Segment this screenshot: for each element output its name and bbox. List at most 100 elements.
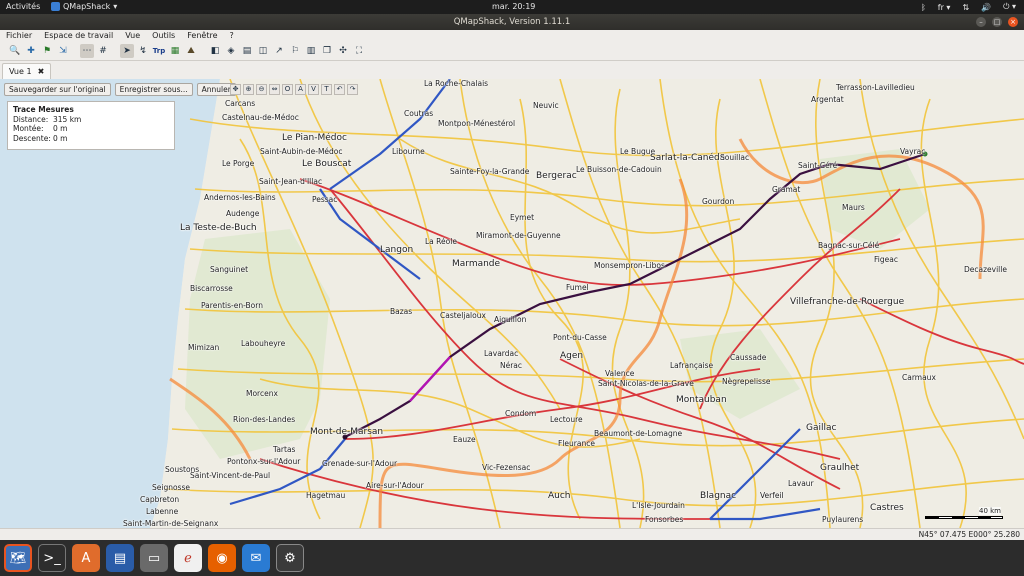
gis-icon[interactable]: ◈	[224, 44, 238, 58]
place-label: Mimizan	[188, 343, 220, 352]
select-range-icon[interactable]: ⇔	[269, 84, 280, 95]
terminal-icon[interactable]: >_	[38, 544, 66, 572]
qmapshack-dock-icon[interactable]: 🗺	[4, 544, 32, 572]
distance-label: Distance:	[13, 114, 49, 124]
place-label: Pontonx-sur-l'Adour	[227, 457, 301, 466]
trip-icon[interactable]: Trp	[152, 44, 166, 58]
place-label: Sarlat-la-Canéda	[650, 153, 726, 163]
add-point-icon[interactable]: ⊕	[243, 84, 254, 95]
zoom-icon[interactable]: 🔍	[8, 44, 22, 58]
mode-t-button[interactable]: T	[321, 84, 332, 95]
grid-icon[interactable]: #	[96, 44, 110, 58]
elevation-icon[interactable]: ⛰	[184, 44, 198, 58]
firefox-icon[interactable]: ◉	[208, 544, 236, 572]
mode-a-button[interactable]: A	[295, 84, 306, 95]
place-label: Bergerac	[536, 171, 577, 181]
tools-icon[interactable]: ✣	[336, 44, 350, 58]
cursor-icon[interactable]: ➤	[120, 43, 134, 58]
tab-vue-1[interactable]: Vue 1 ✖	[2, 63, 52, 79]
mode-v-button[interactable]: V	[308, 84, 319, 95]
scale-bar-graphic	[925, 516, 1003, 519]
file-manager-icon[interactable]: ▭	[140, 544, 168, 572]
mode-o-button[interactable]: O	[282, 84, 293, 95]
delete-point-icon[interactable]: ⊖	[256, 84, 267, 95]
clock[interactable]: mar. 20:19	[492, 2, 535, 11]
save-as-button[interactable]: Enregistrer sous...	[114, 83, 193, 96]
layers-icon[interactable]: ▤	[240, 44, 254, 58]
writer-icon[interactable]: ▤	[106, 544, 134, 572]
ruler-icon[interactable]: ↯	[136, 44, 150, 58]
language-indicator[interactable]: fr ▾	[938, 3, 951, 12]
place-label: Agen	[560, 351, 584, 361]
image-viewer-icon[interactable]: ℯ	[174, 544, 202, 572]
place-label: Le Porge	[222, 159, 255, 168]
save-original-button[interactable]: Sauvegarder sur l'original	[4, 83, 111, 96]
undo-icon[interactable]: ↶	[334, 84, 345, 95]
flag-icon[interactable]: ⚐	[288, 44, 302, 58]
window-icon[interactable]: ❐	[320, 44, 334, 58]
place-label: Maurs	[842, 203, 865, 212]
app-menu[interactable]: QMapShack ▾	[51, 2, 117, 11]
maximize-button[interactable]: □	[992, 17, 1002, 27]
redo-icon[interactable]: ↷	[347, 84, 358, 95]
climb-row: Montée: 0 m	[13, 124, 169, 134]
view-tab-bar: Vue 1 ✖	[0, 61, 1024, 79]
add-waypoint-icon[interactable]: ✚	[24, 44, 38, 58]
tab-label: Vue 1	[9, 67, 32, 76]
minimize-button[interactable]: –	[976, 17, 986, 27]
place-label: Beaumont-de-Lomagne	[594, 429, 683, 438]
distance-row: Distance: 315 km	[13, 115, 169, 125]
map-canvas[interactable]: La Roche-Chalais Terrasson-Lavilledieu A…	[0, 79, 1024, 528]
workspace-icon[interactable]: ▥	[304, 44, 318, 58]
close-button[interactable]: ×	[1008, 17, 1018, 27]
fullscreen-icon[interactable]: ⛶	[352, 44, 366, 58]
track-icon[interactable]: ⇲	[56, 44, 70, 58]
thunderbird-icon[interactable]: ✉	[242, 544, 270, 572]
place-label: Montpon-Ménestérol	[438, 119, 516, 128]
activities-button[interactable]: Activités	[6, 2, 40, 11]
place-label: Seignosse	[152, 483, 190, 492]
place-label: Eymet	[510, 213, 535, 222]
system-top-bar: Activités QMapShack ▾ mar. 20:19 ᛒ fr ▾ …	[0, 0, 1024, 14]
map-overview-icon[interactable]: ▦	[168, 44, 182, 58]
network-icon[interactable]: ⇅	[962, 3, 969, 12]
distance-value: 315 km	[53, 114, 82, 124]
place-label: Aire-sur-l'Adour	[366, 481, 424, 490]
close-icon[interactable]: ✖	[38, 64, 45, 79]
menu-help[interactable]: ?	[229, 30, 233, 41]
place-label: Terrasson-Lavilledieu	[836, 83, 915, 92]
place-label: Condom	[505, 409, 537, 418]
place-label: Lavardac	[484, 349, 519, 358]
volume-icon[interactable]: 🔊	[981, 3, 991, 12]
place-label: Lafrançaise	[670, 361, 714, 370]
rout-icon[interactable]: ↗	[272, 44, 286, 58]
place-label: Andernos-les-Bains	[204, 193, 276, 202]
climb-value: 0 m	[53, 124, 68, 133]
menu-fenetre[interactable]: Fenêtre	[187, 30, 217, 41]
climb-label: Montée:	[13, 124, 44, 133]
power-icon[interactable]: ⏻ ▾	[1003, 2, 1016, 12]
place-label: Eauze	[453, 435, 476, 444]
dotted-grid-icon[interactable]: ⋯	[80, 43, 94, 58]
route-icon[interactable]: ⚑	[40, 44, 54, 58]
menu-espace-de-travail[interactable]: Espace de travail	[44, 30, 113, 41]
place-label: Castres	[870, 503, 904, 513]
move-point-icon[interactable]: ✥	[230, 84, 241, 95]
place-label: Libourne	[392, 147, 425, 156]
database-icon[interactable]: ◫	[256, 44, 270, 58]
menu-outils[interactable]: Outils	[152, 30, 175, 41]
window-title-bar: QMapShack, Version 1.11.1 – □ ×	[0, 14, 1024, 30]
place-label: Caussade	[730, 353, 767, 362]
trace-info-panel: Trace Mesures Distance: 315 km Montée: 0…	[7, 101, 175, 150]
place-label: Saint-Jean-d'Illac	[259, 177, 323, 186]
system-updater-icon[interactable]: ⚙	[276, 544, 304, 572]
place-label: Saint-Martin-de-Seignanx	[123, 519, 219, 528]
menu-fichier[interactable]: Fichier	[6, 30, 32, 41]
dem-icon[interactable]: ◧	[208, 44, 222, 58]
software-center-icon[interactable]: A	[72, 544, 100, 572]
place-label: Parentis-en-Born	[201, 301, 263, 310]
bluetooth-icon[interactable]: ᛒ	[921, 3, 926, 12]
place-label: Villefranche-de-Rouergue	[790, 297, 905, 307]
place-label: Sanguinet	[210, 265, 249, 274]
menu-vue[interactable]: Vue	[125, 30, 140, 41]
